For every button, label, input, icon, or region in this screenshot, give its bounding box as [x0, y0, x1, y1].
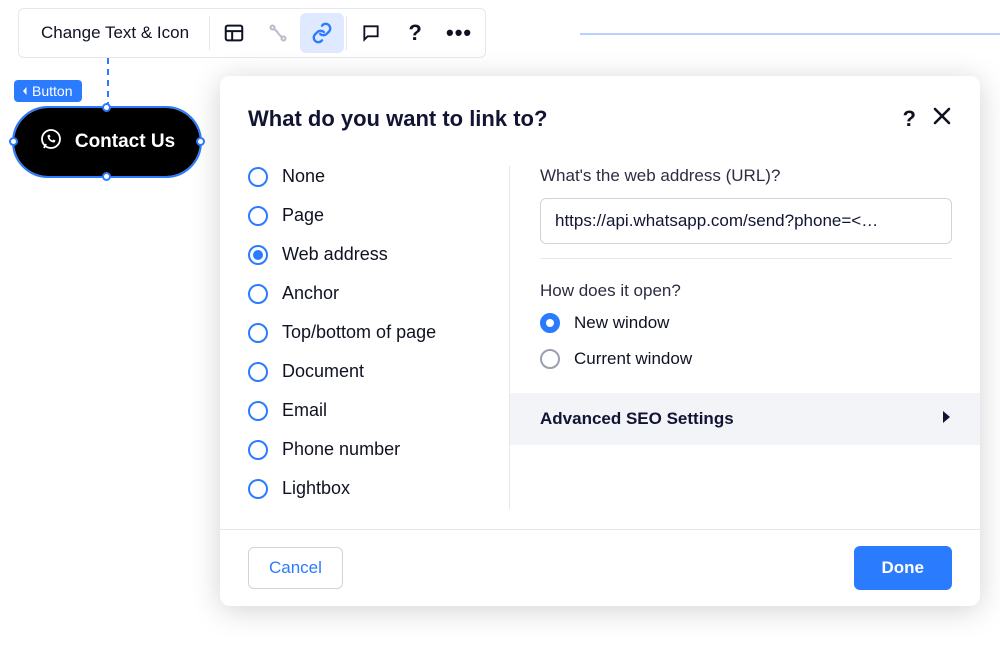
url-input[interactable]: https://api.whatsapp.com/send?phone=<…: [540, 198, 952, 244]
layout-icon[interactable]: [212, 13, 256, 53]
link-type-option[interactable]: Top/bottom of page: [248, 322, 509, 343]
link-type-option[interactable]: Page: [248, 205, 509, 226]
link-icon[interactable]: [300, 13, 344, 53]
radio-icon: [248, 323, 268, 343]
link-type-option[interactable]: Anchor: [248, 283, 509, 304]
open-option[interactable]: Current window: [540, 349, 952, 369]
whatsapp-icon: [39, 127, 63, 157]
radio-icon: [248, 362, 268, 382]
link-type-panel: None Page Web address Anchor Top/bottom of p…: [220, 166, 510, 509]
resize-handle-top[interactable]: [102, 103, 111, 112]
close-icon[interactable]: [932, 106, 952, 132]
resize-handle-right[interactable]: [196, 137, 205, 146]
resize-handle-bottom[interactable]: [102, 172, 111, 181]
floating-toolbar: Change Text & Icon ? •••: [18, 8, 486, 58]
radio-icon: [248, 206, 268, 226]
link-type-label: None: [282, 166, 325, 187]
more-icon[interactable]: •••: [437, 13, 481, 53]
contact-us-button[interactable]: Contact Us: [14, 108, 200, 176]
chevron-left-icon: [20, 86, 30, 96]
comment-icon[interactable]: [349, 13, 393, 53]
link-type-label: Page: [282, 205, 324, 226]
radio-icon: [540, 349, 560, 369]
open-option-label: Current window: [574, 349, 692, 369]
link-type-label: Phone number: [282, 439, 400, 460]
open-field-label: How does it open?: [540, 281, 952, 301]
toolbar-separator: [346, 16, 347, 50]
dialog-header: What do you want to link to? ?: [220, 76, 980, 150]
link-type-option[interactable]: Phone number: [248, 439, 509, 460]
done-button[interactable]: Done: [854, 546, 953, 590]
link-type-option[interactable]: Document: [248, 361, 509, 382]
link-type-option[interactable]: None: [248, 166, 509, 187]
radio-icon: [540, 313, 560, 333]
link-type-label: Anchor: [282, 283, 339, 304]
url-field-label: What's the web address (URL)?: [540, 166, 952, 186]
open-option[interactable]: New window: [540, 313, 952, 333]
link-details-panel: What's the web address (URL)? https://ap…: [510, 166, 980, 509]
link-type-label: Email: [282, 400, 327, 421]
toolbar-change-text-icon[interactable]: Change Text & Icon: [23, 23, 207, 43]
animation-icon[interactable]: [256, 13, 300, 53]
link-type-label: Top/bottom of page: [282, 322, 436, 343]
toolbar-separator: [209, 16, 210, 50]
link-type-label: Lightbox: [282, 478, 350, 499]
help-icon[interactable]: ?: [903, 106, 916, 132]
radio-icon: [248, 284, 268, 304]
radio-icon: [248, 245, 268, 265]
help-icon[interactable]: ?: [393, 13, 437, 53]
cancel-button[interactable]: Cancel: [248, 547, 343, 589]
dialog-footer: Cancel Done: [220, 529, 980, 606]
open-option-label: New window: [574, 313, 669, 333]
link-type-label: Web address: [282, 244, 388, 265]
radio-icon: [248, 167, 268, 187]
link-type-option[interactable]: Email: [248, 400, 509, 421]
contact-us-label: Contact Us: [75, 131, 175, 153]
link-type-option[interactable]: Lightbox: [248, 478, 509, 499]
divider: [540, 258, 952, 259]
url-input-value: https://api.whatsapp.com/send?phone=<…: [555, 211, 878, 231]
canvas-guide-line: [580, 33, 1000, 35]
radio-icon: [248, 479, 268, 499]
element-type-label: Button: [32, 83, 72, 99]
link-type-option[interactable]: Web address: [248, 244, 509, 265]
chevron-right-icon: [942, 410, 952, 429]
dialog-title: What do you want to link to?: [248, 106, 903, 132]
link-type-label: Document: [282, 361, 364, 382]
link-settings-dialog: What do you want to link to? ? None Page W…: [220, 76, 980, 606]
advanced-seo-label: Advanced SEO Settings: [540, 409, 734, 429]
vertical-guide-line: [107, 58, 109, 108]
advanced-seo-toggle[interactable]: Advanced SEO Settings: [510, 393, 980, 445]
canvas-selected-element[interactable]: Contact Us: [14, 108, 200, 176]
element-type-tag-button[interactable]: Button: [14, 80, 82, 102]
resize-handle-left[interactable]: [9, 137, 18, 146]
radio-icon: [248, 401, 268, 421]
radio-icon: [248, 440, 268, 460]
